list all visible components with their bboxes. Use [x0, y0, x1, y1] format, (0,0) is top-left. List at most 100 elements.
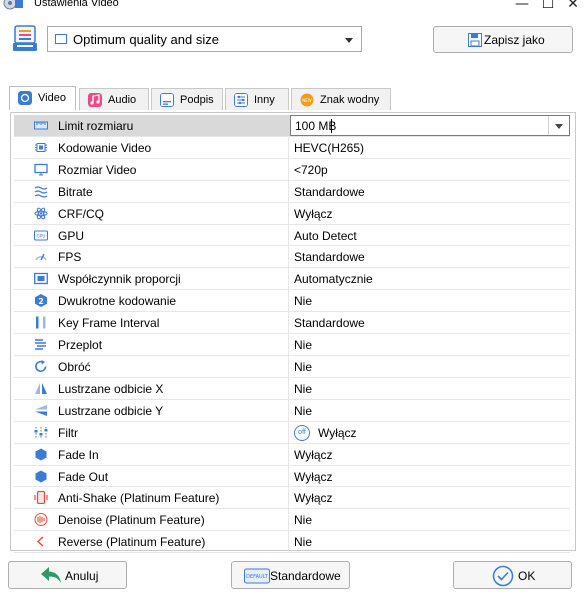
filter-icon	[34, 426, 48, 438]
svg-text:GPU: GPU	[37, 233, 46, 238]
maximize-button[interactable]: ☐	[536, 0, 560, 13]
property-label: Filtr	[58, 425, 78, 440]
floppy-disk-icon	[468, 33, 482, 47]
close-button[interactable]: ✕	[561, 0, 585, 13]
property-row-mirror-x[interactable]: Lustrzane odbicie X Nie	[14, 377, 570, 400]
column-divider	[288, 312, 289, 334]
property-label: Denoise (Platinum Feature)	[58, 513, 205, 528]
column-divider	[288, 268, 289, 290]
property-value[interactable]: HEVC(H265)	[294, 141, 364, 155]
music-note-icon	[88, 93, 102, 107]
property-value[interactable]: Nie	[294, 513, 312, 527]
property-label: CRF/CQ	[58, 206, 104, 221]
check-circle-icon	[492, 565, 514, 587]
tab-subtitle[interactable]: Podpis	[151, 88, 223, 110]
svg-text:NEW: NEW	[302, 98, 312, 103]
property-value[interactable]: Nie	[294, 382, 312, 396]
property-value[interactable]: Wyłącz	[294, 491, 333, 505]
new-badge-icon: NEW	[300, 93, 314, 107]
off-badge-icon: off	[294, 424, 310, 441]
property-row-interlace[interactable]: Przeplot Nie	[14, 334, 570, 356]
property-row-fps[interactable]: FPS Standardowe	[14, 246, 570, 269]
property-row-bitrate[interactable]: Bitrate Standardowe	[14, 180, 570, 203]
property-row-filter[interactable]: Filtr off Wyłącz	[14, 421, 570, 444]
minimize-button[interactable]: —	[510, 0, 534, 13]
property-label: Przeplot	[58, 338, 103, 353]
size-limit-dropdown-button[interactable]	[548, 116, 569, 135]
column-divider	[288, 421, 289, 443]
properties-grid: Limit rozmiaru 100 MB Kodowanie Video HE…	[14, 115, 570, 554]
property-label: Rozmiar Video	[58, 162, 137, 177]
property-row-rotate[interactable]: Obróć Nie	[14, 355, 570, 378]
denoise-icon	[34, 513, 48, 527]
save-as-label: Zapisz jako	[484, 33, 545, 47]
property-row-video-size[interactable]: Rozmiar Video <720p	[14, 158, 570, 181]
preset-dropdown[interactable]: Optimum quality and size	[47, 26, 362, 52]
property-row-key-frame-interval[interactable]: Key Frame Interval Standardowe	[14, 312, 570, 335]
tab-audio[interactable]: Audio	[79, 88, 149, 110]
default-button[interactable]: DEFAULT Standardowe	[231, 561, 350, 589]
property-row-fade-out[interactable]: Fade Out Wyłącz	[14, 465, 570, 488]
property-label: Lustrzane odbicie X	[58, 381, 164, 396]
property-value[interactable]: Nie	[294, 338, 312, 352]
property-label: FPS	[58, 250, 82, 265]
property-label: Dwukrotne kodowanie	[58, 294, 177, 309]
ok-button[interactable]: OK	[453, 561, 572, 589]
column-divider	[288, 509, 289, 531]
property-row-mirror-y[interactable]: Lustrzane odbicie Y Nie	[14, 399, 570, 422]
property-value[interactable]: Nie	[294, 535, 312, 549]
property-row-fade-in[interactable]: Fade In Wyłącz	[14, 443, 570, 466]
property-value[interactable]: Nie	[294, 404, 312, 418]
property-row-denoise[interactable]: Denoise (Platinum Feature) Nie	[14, 509, 570, 532]
property-value[interactable]: Wyłącz	[294, 207, 333, 221]
column-divider	[288, 246, 289, 268]
property-value[interactable]: Automatycznie	[294, 272, 373, 286]
tab-subtitle-label: Podpis	[180, 94, 214, 106]
property-label: Fade In	[58, 447, 99, 462]
property-row-aspect-ratio[interactable]: Współczynnik proporcji Automatycznie	[14, 268, 570, 291]
property-value[interactable]: Standardowe	[294, 185, 365, 199]
property-row-anti-shake[interactable]: Anti-Shake (Platinum Feature) Wyłącz	[14, 487, 570, 510]
property-row-two-pass[interactable]: 2 Dwukrotne kodowanie Nie	[14, 290, 570, 313]
property-value[interactable]: Wyłącz	[294, 448, 333, 462]
property-value[interactable]: Nie	[294, 294, 312, 308]
property-row-video-codec[interactable]: Kodowanie Video HEVC(H265)	[14, 136, 570, 159]
property-value[interactable]: Wyłącz	[294, 470, 333, 484]
tab-watermark[interactable]: NEW Znak wodny	[291, 88, 391, 110]
property-row-crf-cq[interactable]: CRF/CQ Wyłącz	[14, 202, 570, 225]
property-value[interactable]: Standardowe	[294, 250, 365, 264]
chip-icon	[35, 142, 47, 152]
cancel-button[interactable]: Anuluj	[8, 561, 127, 589]
size-limit-combobox[interactable]: 100 MB	[290, 115, 570, 136]
property-label: Lustrzane odbicie Y	[58, 403, 164, 418]
default-label: Standardowe	[270, 569, 341, 583]
property-row-size-limit[interactable]: Limit rozmiaru 100 MB	[14, 115, 570, 137]
phone-shake-icon	[34, 491, 48, 505]
property-value[interactable]: Wyłącz	[318, 426, 357, 440]
tab-video-label: Video	[38, 92, 66, 104]
tab-other[interactable]: Inny	[225, 88, 289, 110]
property-row-reverse[interactable]: Reverse (Platinum Feature) Nie	[14, 531, 570, 554]
property-value[interactable]: <720p	[294, 163, 328, 177]
column-divider	[288, 180, 289, 202]
tab-bar: Video Audio Podpis Inny NEW Znak wodny	[9, 86, 579, 112]
property-label: Fade Out	[58, 469, 109, 484]
film-icon	[55, 34, 67, 44]
hexagon-icon	[35, 448, 47, 461]
default-icon: DEFAULT	[244, 568, 270, 584]
waves-icon	[34, 186, 48, 198]
column-divider	[288, 202, 289, 224]
property-row-gpu[interactable]: GPU GPU Auto Detect	[14, 224, 570, 247]
monitor-icon	[34, 163, 48, 176]
window-title: Ustawienia Video	[34, 0, 119, 9]
tab-video[interactable]: Video	[9, 86, 76, 110]
tab-watermark-label: Znak wodny	[320, 94, 380, 106]
column-divider	[288, 531, 289, 553]
property-value[interactable]: Standardowe	[294, 316, 365, 330]
property-value[interactable]: Auto Detect	[294, 229, 357, 243]
column-divider	[288, 158, 289, 180]
ok-label: OK	[518, 569, 536, 583]
property-value[interactable]: Nie	[294, 360, 312, 374]
save-as-button[interactable]: Zapisz jako	[433, 26, 573, 53]
reverse-icon	[36, 536, 44, 547]
